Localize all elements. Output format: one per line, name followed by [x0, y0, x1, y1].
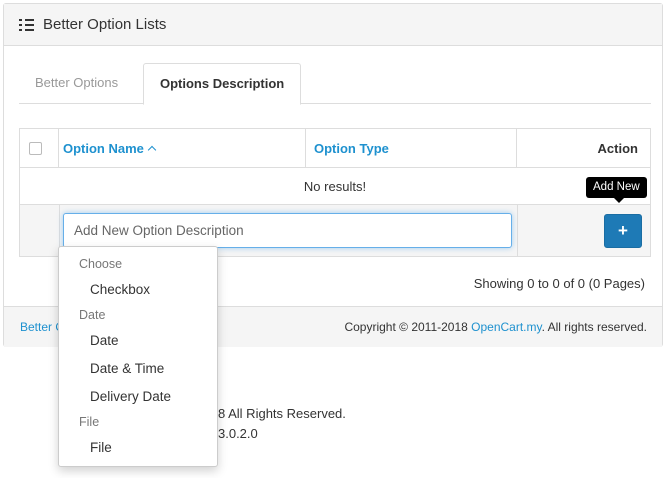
dropdown-item-delivery-date[interactable]: Delivery Date [90, 389, 171, 404]
caret-up-icon [147, 145, 157, 155]
column-option-name-label: Option Name [63, 141, 144, 156]
tab-options-description[interactable]: Options Description [143, 63, 302, 105]
dropdown-item-file[interactable]: File [90, 440, 112, 455]
dropdown-group-header: Date [79, 308, 106, 322]
option-type-dropdown: Choose Checkbox Date Date Date & Time De… [58, 246, 218, 467]
opencart-link[interactable]: OpenCart.my [471, 320, 541, 334]
copyright-text: Copyright © 2011-2018 [344, 320, 472, 334]
add-new-tooltip: Add New [586, 177, 647, 198]
tooltip-arrow [614, 198, 624, 203]
column-option-name[interactable]: Option Name [59, 129, 306, 168]
list-icon [19, 18, 34, 31]
select-all-cell [20, 129, 59, 168]
add-new-button[interactable]: + [604, 214, 642, 248]
panel-heading: Better Option Lists [4, 4, 662, 46]
page-footer-rights: 8 All Rights Reserved. [218, 406, 346, 421]
footer-copyright: Copyright © 2011-2018 OpenCart.my. All r… [344, 307, 647, 347]
add-option-description-input[interactable] [63, 213, 512, 248]
empty-row: No results! [20, 168, 650, 205]
column-option-type[interactable]: Option Type [306, 129, 517, 168]
select-all-checkbox[interactable] [29, 142, 42, 155]
cell-divider [517, 205, 518, 256]
dropdown-group-header: File [79, 415, 100, 429]
panel-title: Better Option Lists [43, 16, 167, 33]
column-action: Action [597, 141, 638, 156]
dropdown-item-date-time[interactable]: Date & Time [90, 361, 164, 376]
pagination-text: Showing 0 to 0 of 0 (0 Pages) [473, 276, 645, 291]
page-footer-version: 3.0.2.0 [218, 426, 258, 441]
dropdown-group-header: Choose [79, 257, 123, 271]
dropdown-item-date[interactable]: Date [90, 333, 119, 348]
tabs-bar: Better Options Options Description [19, 63, 651, 105]
copyright-suffix: . All rights reserved. [541, 320, 647, 334]
tab-better-options[interactable]: Better Options [19, 63, 134, 104]
options-table: Option Name Option Type Action No result… [19, 128, 651, 257]
table-header: Option Name Option Type Action [20, 129, 650, 168]
dropdown-item-checkbox[interactable]: Checkbox [90, 282, 150, 297]
